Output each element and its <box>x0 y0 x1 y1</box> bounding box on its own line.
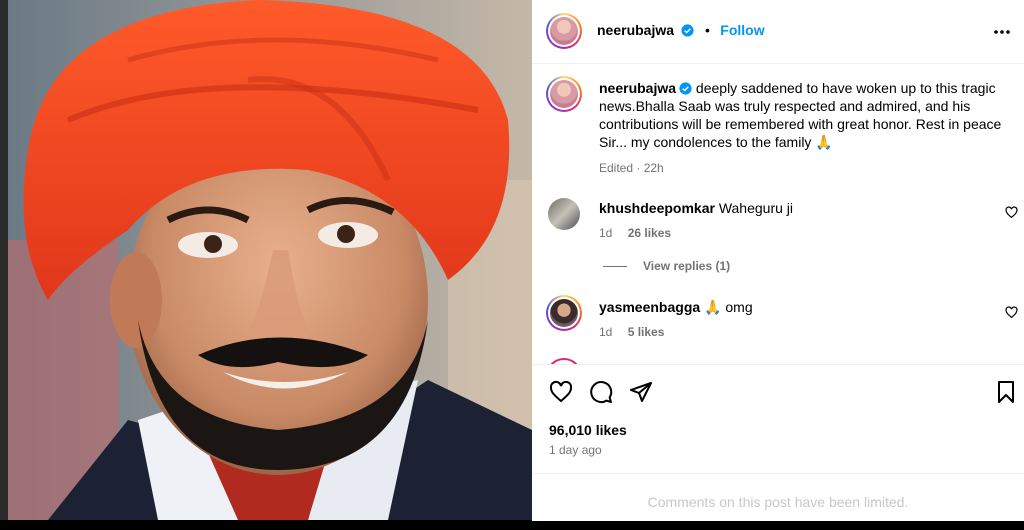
comment-icon[interactable] <box>589 380 613 404</box>
comment-text: 🙏 omg <box>704 299 753 315</box>
comment-like-heart-icon[interactable] <box>1005 306 1018 319</box>
more-options-icon[interactable] <box>992 22 1012 42</box>
comment-username[interactable]: khushdeepomkar <box>599 200 715 216</box>
comment-likes[interactable]: 5 likes <box>628 325 665 339</box>
follow-button[interactable]: Follow <box>720 22 764 38</box>
post-time-ago[interactable]: 1 day ago <box>549 443 602 457</box>
comment-text: Waheguru ji <box>718 200 794 216</box>
comment-username[interactable]: yasmeenbagga <box>599 299 700 315</box>
comment-age: 1d <box>599 325 613 339</box>
comment-likes[interactable]: 26 likes <box>628 226 671 240</box>
comment-item: yasmeenbagga 🙏 omg 1d 5 likes <box>599 298 989 341</box>
comment-meta: 1d 26 likes <box>599 224 989 242</box>
comments-limited-notice: Comments on this post have been limited. <box>532 473 1024 522</box>
comment-like-heart-icon[interactable] <box>1005 206 1018 219</box>
bookmark-icon[interactable] <box>994 380 1018 404</box>
verified-badge-icon <box>679 82 692 95</box>
verified-badge-icon <box>681 24 695 37</box>
comment-avatar[interactable] <box>548 198 580 230</box>
caption-author-avatar[interactable] <box>546 76 582 112</box>
comment-item: khushdeepomkar Waheguru ji 1d 26 likes <box>599 199 989 242</box>
header-author-line: neerubajwa • Follow <box>597 22 765 40</box>
author-avatar[interactable] <box>546 13 582 49</box>
post-header: neerubajwa • Follow <box>532 0 1024 64</box>
view-replies-link[interactable]: View replies (1) <box>603 259 730 273</box>
caption-username[interactable]: neerubajwa <box>599 80 676 96</box>
replies-divider <box>603 266 627 268</box>
post-details-panel: neerubajwa • Follow neerubajwa deeply sa… <box>532 0 1024 521</box>
post-actions-bar: 96,010 likes 1 day ago Comments on this … <box>532 364 1024 521</box>
comment-meta: 1d 5 likes <box>599 323 989 341</box>
caption-edited-time: Edited · 22h <box>599 161 664 175</box>
comment-avatar[interactable] <box>546 295 582 331</box>
post-photo[interactable] <box>8 0 532 520</box>
window-edge <box>0 0 8 520</box>
separator-dot: • <box>704 22 710 38</box>
post-caption: neerubajwa deeply saddened to have woken… <box>599 79 1009 177</box>
author-username[interactable]: neerubajwa <box>597 22 674 38</box>
comment-age: 1d <box>599 226 613 240</box>
portrait-illustration <box>8 0 532 520</box>
heart-icon[interactable] <box>549 380 573 404</box>
view-replies-label: View replies (1) <box>643 259 731 273</box>
share-icon[interactable] <box>629 380 653 404</box>
likes-count[interactable]: 96,010 likes <box>549 422 627 438</box>
